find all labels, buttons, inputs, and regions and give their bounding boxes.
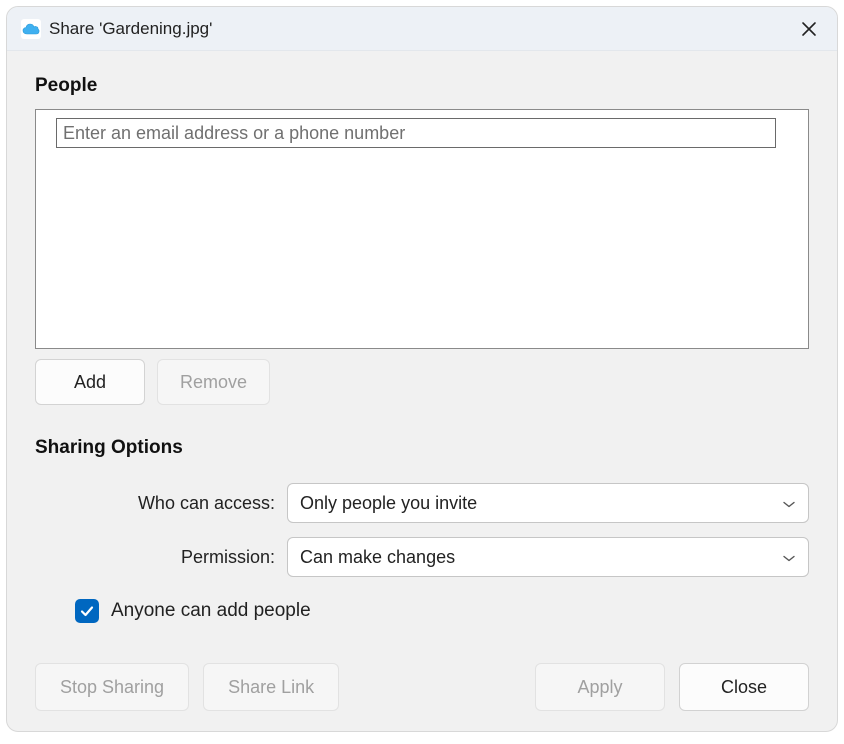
sharing-options-grid: Who can access: Only people you invite P… (75, 483, 809, 577)
dialog-content: People Add Remove Sharing Options Who ca… (7, 51, 837, 731)
email-input[interactable] (56, 118, 776, 148)
who-can-access-select[interactable]: Only people you invite (287, 483, 809, 523)
dialog-title: Share 'Gardening.jpg' (49, 19, 791, 39)
anyone-can-add-checkbox[interactable] (75, 599, 99, 623)
anyone-can-add-label[interactable]: Anyone can add people (111, 600, 311, 622)
stop-sharing-button[interactable]: Stop Sharing (35, 663, 189, 711)
close-icon (801, 21, 817, 37)
anyone-can-add-row: Anyone can add people (75, 599, 809, 623)
people-buttons: Add Remove (35, 359, 809, 405)
share-dialog: Share 'Gardening.jpg' People Add Remove … (6, 6, 838, 732)
permission-value: Can make changes (300, 547, 455, 568)
add-button[interactable]: Add (35, 359, 145, 405)
chevron-down-icon (782, 493, 796, 514)
check-icon (79, 603, 95, 619)
footer-spacer (353, 663, 521, 711)
chevron-down-icon (782, 547, 796, 568)
sharing-options-heading: Sharing Options (35, 437, 809, 459)
titlebar: Share 'Gardening.jpg' (7, 7, 837, 51)
people-list-box (35, 109, 809, 349)
share-link-button[interactable]: Share Link (203, 663, 339, 711)
who-can-access-value: Only people you invite (300, 493, 477, 514)
permission-label: Permission: (75, 547, 275, 568)
remove-button[interactable]: Remove (157, 359, 270, 405)
who-can-access-label: Who can access: (75, 493, 275, 514)
people-heading: People (35, 75, 809, 97)
close-dialog-button[interactable]: Close (679, 663, 809, 711)
dialog-footer: Stop Sharing Share Link Apply Close (35, 643, 809, 711)
cloud-icon (21, 19, 41, 39)
apply-button[interactable]: Apply (535, 663, 665, 711)
permission-select[interactable]: Can make changes (287, 537, 809, 577)
close-button[interactable] (791, 11, 827, 47)
